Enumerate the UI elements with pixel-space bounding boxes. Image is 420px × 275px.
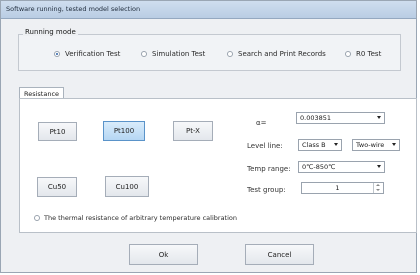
level-select[interactable]: Class B: [298, 139, 342, 151]
level-line-label: Level line:: [247, 142, 283, 150]
chevron-down-icon: [377, 165, 381, 168]
cu100-button[interactable]: Cu100: [105, 176, 149, 197]
spinner-buttons[interactable]: [373, 183, 383, 193]
cancel-button[interactable]: Cancel: [245, 244, 314, 265]
title-bar: Software running, tested model selection: [1, 1, 416, 19]
temp-range-select[interactable]: 0℃-850℃: [298, 161, 385, 173]
chevron-down-icon: [334, 143, 338, 146]
pt100-button[interactable]: Pt100: [103, 121, 145, 141]
radio-verification-test[interactable]: Verification Test: [54, 50, 120, 58]
arrow-down-icon[interactable]: [376, 189, 380, 191]
test-group-value: 1: [335, 184, 340, 192]
ok-button[interactable]: Ok: [129, 244, 198, 265]
alpha-select[interactable]: 0.003851: [296, 112, 385, 124]
radio-label: R0 Test: [356, 50, 382, 58]
wire-select[interactable]: Two-wire: [352, 139, 400, 151]
arbitrary-calibration-checkbox[interactable]: The thermal resistance of arbitrary temp…: [34, 214, 237, 222]
test-group-spinner[interactable]: 1: [301, 182, 384, 194]
chevron-down-icon: [377, 116, 381, 119]
window-title: Software running, tested model selection: [6, 5, 141, 13]
test-group-label: Test group:: [247, 186, 286, 194]
temp-range-label: Temp range:: [247, 165, 291, 173]
running-mode-title: Running mode: [23, 28, 78, 36]
ptx-button[interactable]: Pt-X: [173, 121, 213, 141]
arrow-up-icon[interactable]: [376, 184, 380, 186]
level-value: Class B: [302, 141, 326, 149]
radio-label: Search and Print Records: [238, 50, 326, 58]
radio-search-print-records[interactable]: Search and Print Records: [227, 50, 326, 58]
pt10-button[interactable]: Pt10: [38, 122, 77, 141]
alpha-label: α=: [256, 119, 267, 127]
radio-simulation-test[interactable]: Simulation Test: [141, 50, 205, 58]
radio-label: Verification Test: [65, 50, 121, 58]
cu50-button[interactable]: Cu50: [37, 177, 77, 197]
radio-label: Simulation Test: [152, 50, 206, 58]
dialog-window: Software running, tested model selection…: [0, 0, 417, 273]
alpha-value: 0.003851: [300, 114, 332, 122]
radio-dot[interactable]: [141, 51, 147, 57]
radio-dot-checked[interactable]: [54, 51, 60, 57]
radio-dot[interactable]: [227, 51, 233, 57]
chevron-down-icon: [392, 143, 396, 146]
radio-r0-test[interactable]: R0 Test: [345, 50, 381, 58]
wire-value: Two-wire: [356, 141, 385, 149]
radio-dot[interactable]: [345, 51, 351, 57]
checkbox-circle[interactable]: [34, 215, 40, 221]
checkbox-label: The thermal resistance of arbitrary temp…: [44, 214, 237, 222]
temp-range-value: 0℃-850℃: [302, 163, 336, 171]
